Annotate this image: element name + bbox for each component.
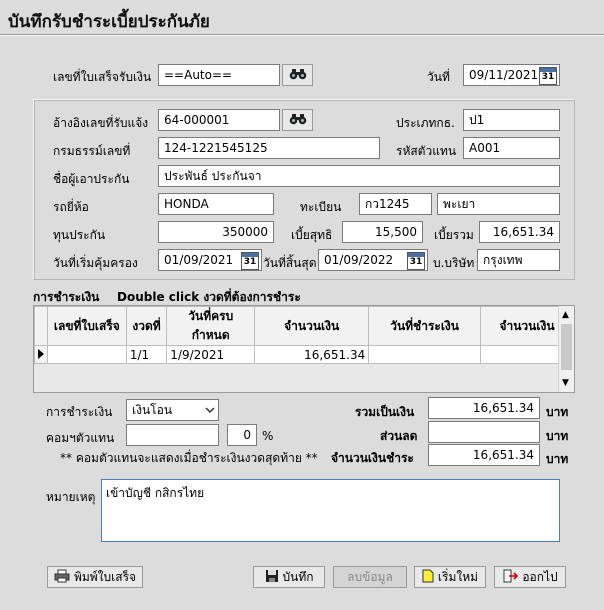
total-label: รวมเป็นเงิน [355, 405, 415, 419]
installment-grid[interactable]: เลขที่ใบเสร็จ งวดที่ วันที่ครบกำหนด จำนว… [33, 305, 575, 393]
company-input[interactable]: กรุงเทพ [477, 249, 560, 271]
print-receipt-button[interactable]: พิมพ์ใบเสร็จ [47, 566, 143, 588]
payment-method-select[interactable]: เงินโอน [126, 399, 219, 421]
remark-textarea[interactable]: เข้าบัญชี กสิกรไทย [101, 479, 560, 542]
calendar-icon[interactable]: 31 [241, 252, 259, 270]
type-label: ประเภทกธ. [396, 116, 455, 130]
currency-label: บาท [546, 429, 569, 443]
commission-pct-input[interactable]: 0 [227, 424, 257, 446]
car-brand-label: รถยี่ห้อ [53, 200, 89, 214]
total-premium-input[interactable]: 16,651.34 [479, 221, 560, 243]
scroll-up-icon[interactable]: ▲ [562, 310, 569, 320]
commission-note: ** คอมตัวแทนจะแสดงเมื่อชำระเงินงวดสุดท้า… [60, 451, 318, 465]
new-document-icon [422, 569, 434, 586]
province-input[interactable]: พะเยา [437, 193, 560, 215]
save-button[interactable]: บันทึก [253, 566, 325, 588]
notice-search-button[interactable] [282, 109, 313, 131]
sum-insured-label: ทุนประกัน [53, 228, 106, 242]
cell-installment[interactable]: 1/1 [125, 345, 168, 364]
type-input[interactable]: ป1 [463, 109, 560, 131]
policy-no-label: กรมธรรม์เลขที่ [53, 144, 131, 158]
new-button[interactable]: เริ่มใหม่ [414, 566, 486, 588]
title-divider [0, 34, 604, 36]
printer-icon [54, 569, 70, 586]
col-receipt-no[interactable]: เลขที่ใบเสร็จ [46, 306, 127, 346]
cell-amount[interactable]: 16,651.34 [254, 345, 370, 364]
start-date-input[interactable]: 01/09/2021 31 [158, 249, 262, 271]
notice-ref-input[interactable]: 64-000001 [158, 109, 280, 131]
col-paid-date[interactable]: วันที่ชำระเงิน [368, 306, 481, 346]
col-due-date[interactable]: วันที่ครบกำหนด [166, 306, 256, 346]
cell-due-date[interactable]: 1/9/2021 [166, 345, 256, 364]
remark-value: เข้าบัญชี กสิกรไทย [106, 486, 205, 500]
currency-label: บาท [546, 452, 569, 466]
cell-receipt-no[interactable] [46, 345, 127, 364]
agent-code-label: รหัสตัวแทน [396, 144, 457, 158]
new-label: เริ่มใหม่ [437, 569, 479, 584]
insured-input[interactable]: ประพันธ์ ประกันจา [158, 165, 560, 187]
plate-input[interactable]: กว1245 [359, 193, 432, 215]
floppy-disk-icon [265, 569, 279, 586]
discount-label: ส่วนลด [380, 429, 418, 443]
total-premium-label: เบี้ยรวม [434, 228, 474, 242]
date-label: วันที่ [427, 70, 450, 84]
scroll-down-icon[interactable]: ▼ [562, 378, 569, 388]
agent-code-input[interactable]: A001 [463, 137, 560, 159]
chevron-down-icon [205, 403, 215, 419]
row-pointer-icon [34, 345, 48, 364]
sum-insured-input[interactable]: 350000 [158, 221, 274, 243]
col-amount[interactable]: จำนวนเงิน [254, 306, 370, 346]
end-date-value: 01/09/2022 [324, 253, 394, 267]
table-row[interactable]: 1/1 1/9/2021 16,651.34 [34, 345, 575, 364]
net-premium-input[interactable]: 15,500 [342, 221, 423, 243]
exit-button[interactable]: ออกไป [494, 566, 566, 588]
start-date-value: 01/09/2021 [164, 253, 234, 267]
commission-amount-input[interactable] [126, 424, 219, 446]
delete-button[interactable]: ลบข้อมูล [333, 566, 407, 588]
print-receipt-label: พิมพ์ใบเสร็จ [73, 569, 137, 584]
row-selector-header [34, 306, 48, 346]
payment-method-value: เงินโอน [132, 403, 173, 417]
paid-input[interactable]: 16,651.34 [428, 444, 540, 466]
receipt-search-button[interactable] [282, 64, 313, 86]
paid-label: จำนวนเงินชำระ [331, 451, 414, 465]
vertical-scrollbar[interactable]: ▲ ▼ [558, 306, 574, 392]
policy-no-input[interactable]: 124-1221545125 [158, 137, 380, 159]
receipt-no-label: เลขที่ใบเสร็จรับเงิน [53, 70, 152, 84]
binoculars-icon [289, 68, 307, 83]
exit-label: ออกไป [522, 569, 558, 584]
notice-ref-label: อ้างอิงเลขที่รับแจ้ง [53, 116, 149, 130]
net-premium-label: เบี้ยสุทธิ [291, 228, 333, 242]
commission-label: คอมฯตัวแทน [46, 431, 115, 445]
company-label: บ.บริษัท [433, 256, 475, 270]
currency-label: บาท [546, 405, 569, 419]
end-date-input[interactable]: 01/09/2022 31 [318, 249, 428, 271]
col-installment[interactable]: งวดที่ [125, 306, 168, 346]
total-input[interactable]: 16,651.34 [428, 397, 540, 419]
calendar-icon[interactable]: 31 [407, 252, 425, 270]
car-brand-input[interactable]: HONDA [158, 193, 274, 215]
insured-label: ชื่อผู้เอาประกัน [53, 172, 130, 186]
end-date-label: วันที่สิ้นสุด [263, 256, 317, 270]
save-label: บันทึก [282, 569, 314, 584]
scroll-thumb[interactable] [561, 324, 572, 370]
receipt-no-input[interactable]: ==Auto== [158, 64, 280, 86]
binoculars-icon [289, 113, 307, 128]
plate-label: ทะเบียน [300, 200, 342, 214]
installment-table: เลขที่ใบเสร็จ งวดที่ วันที่ครบกำหนด จำนว… [34, 306, 575, 364]
discount-input[interactable] [428, 421, 540, 443]
date-input[interactable]: 09/11/2021 31 [463, 64, 560, 86]
calendar-icon[interactable]: 31 [539, 67, 557, 85]
exit-door-icon [502, 569, 519, 586]
remark-label: หมายเหตุ [46, 490, 96, 504]
table-header-row: เลขที่ใบเสร็จ งวดที่ วันที่ครบกำหนด จำนว… [34, 306, 575, 346]
date-value: 09/11/2021 [469, 68, 539, 82]
delete-label: ลบข้อมูล [347, 569, 393, 584]
window-title: บันทึกรับชำระเบี้ยประกันภัย [8, 12, 210, 32]
cell-paid-date[interactable] [368, 345, 481, 364]
percent-sign: % [262, 429, 274, 443]
start-date-label: วันที่เริ่มคุ้มครอง [53, 256, 138, 270]
payment-method-label: การชำระเงิน [46, 405, 113, 419]
